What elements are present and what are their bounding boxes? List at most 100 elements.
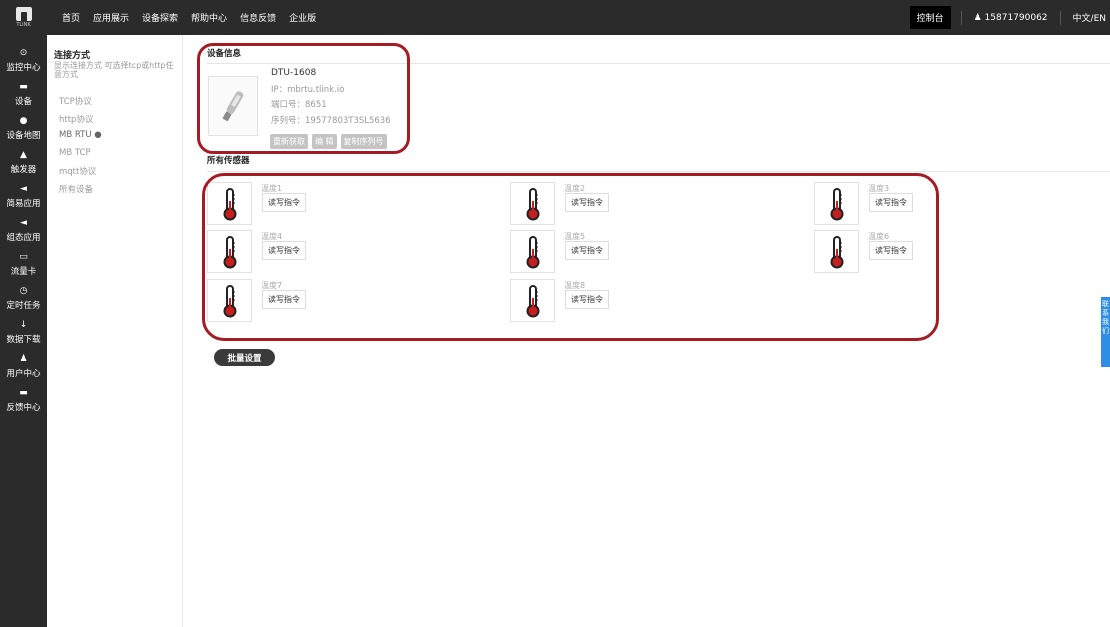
connection-item-mb-tcp[interactable]: MB TCP (59, 148, 102, 166)
connection-description: 显示连接方式 可选择tcp或http任意方式 (54, 61, 174, 79)
sensor-card: 温度2 读写指令 (510, 182, 810, 227)
user-icon: ♟ (19, 354, 28, 364)
usb-dongle-icon (222, 91, 244, 122)
console-button[interactable]: 控制台 (909, 6, 951, 29)
sidebar-item-label: 监控中心 (6, 63, 41, 73)
sidebar-item-trigger[interactable]: ▲ 触发器 (0, 146, 47, 180)
sidebar-item-label: 触发器 (10, 165, 37, 175)
sidebar-item-feedback-center[interactable]: ▬ 反馈中心 (0, 384, 47, 418)
logo-text: TLINK (16, 22, 31, 28)
refresh-button[interactable]: 重新获取 (270, 134, 308, 149)
read-write-button[interactable]: 读写指令 (565, 290, 609, 309)
read-write-button[interactable]: 读写指令 (869, 241, 913, 260)
top-right-menu: 控制台 ♟ 15871790062 中文/EN (909, 0, 1110, 35)
thermometer-icon (814, 230, 859, 273)
sensor-card: 温度1 读写指令 (207, 182, 507, 227)
sensor-card: 温度6 读写指令 (814, 230, 1110, 275)
read-write-button[interactable]: 读写指令 (262, 193, 306, 212)
connection-title: 连接方式 (54, 51, 91, 61)
read-write-button[interactable]: 读写指令 (565, 241, 609, 260)
thermometer-icon (207, 279, 252, 322)
read-write-button[interactable]: 读写指令 (262, 241, 306, 260)
sensor-card: 温度7 读写指令 (207, 279, 507, 324)
device-name: DTU-1608 (271, 68, 317, 78)
connection-list: TCP协议 http协议 MB RTU ● MB TCP mqtt协议 所有设备 (59, 95, 102, 200)
connection-item-tcp[interactable]: TCP协议 (59, 95, 102, 113)
read-write-button[interactable]: 读写指令 (869, 193, 913, 212)
batch-settings-button[interactable]: 批量设置 (214, 349, 275, 366)
all-sensors-title: 所有传感器 (207, 156, 250, 166)
contact-tab-char: 们 (1102, 327, 1109, 335)
sidebar-item-scheduled-task[interactable]: ◷ 定时任务 (0, 282, 47, 316)
card-icon: ▭ (19, 252, 28, 262)
device-port: 端口号：8651 (271, 100, 327, 110)
bell-icon: ▲ (20, 150, 27, 160)
sidebar-item-user-center[interactable]: ♟ 用户中心 (0, 350, 47, 384)
connection-item-http[interactable]: http协议 (59, 113, 102, 131)
nav-help[interactable]: 帮助中心 (191, 11, 227, 24)
sidebar: ⊙ 监控中心 ▬ 设备 ● 设备地图 ▲ 触发器 ◄ 简易应用 ◄ 组态应用 ▭… (0, 35, 47, 627)
divider (207, 63, 1110, 64)
sensor-card: 温度5 读写指令 (510, 230, 810, 275)
sensor-card: 温度4 读写指令 (207, 230, 507, 275)
connection-item-mqtt[interactable]: mqtt协议 (59, 165, 102, 183)
share-icon: ◄ (20, 218, 27, 228)
device-info-title: 设备信息 (207, 49, 242, 59)
connection-item-all-devices[interactable]: 所有设备 (59, 183, 102, 201)
sidebar-item-scada-app[interactable]: ◄ 组态应用 (0, 214, 47, 248)
connection-item-mb-rtu[interactable]: MB RTU ● (59, 130, 102, 148)
top-navbar: TLINK 首页 应用展示 设备探索 帮助中心 信息反馈 企业版 控制台 ♟ 1… (0, 0, 1110, 35)
download-icon: ↓ (19, 320, 28, 330)
sidebar-item-sim-card[interactable]: ▭ 流量卡 (0, 248, 47, 282)
nav-showcase[interactable]: 应用展示 (93, 11, 129, 24)
user-account[interactable]: ♟ 15871790062 (962, 13, 1060, 23)
nav-feedback[interactable]: 信息反馈 (240, 11, 276, 24)
sidebar-item-label: 流量卡 (10, 267, 37, 277)
nav-home[interactable]: 首页 (62, 11, 80, 24)
dashboard-icon: ⊙ (19, 48, 28, 58)
contact-us-tab[interactable]: 联 系 我 们 (1101, 297, 1110, 367)
sensor-card: 温度8 读写指令 (510, 279, 810, 324)
device-icon: ▬ (19, 82, 28, 92)
sidebar-item-monitor[interactable]: ⊙ 监控中心 (0, 44, 47, 78)
logo[interactable]: TLINK (0, 0, 47, 35)
edit-button[interactable]: 编 辑 (312, 134, 337, 149)
thermometer-icon (510, 230, 555, 273)
sidebar-item-label: 数据下载 (6, 335, 41, 345)
device-actions: 重新获取 编 辑 复制序列号 (270, 134, 391, 149)
read-write-button[interactable]: 读写指令 (262, 290, 306, 309)
send-icon: ◄ (20, 184, 27, 194)
thermometer-icon (510, 279, 555, 322)
sidebar-item-device[interactable]: ▬ 设备 (0, 78, 47, 112)
sidebar-item-device-map[interactable]: ● 设备地图 (0, 112, 47, 146)
read-write-button[interactable]: 读写指令 (565, 193, 609, 212)
thermometer-icon (814, 182, 859, 225)
map-pin-icon: ● (19, 116, 28, 126)
contact-tab-char: 我 (1102, 318, 1109, 326)
chat-icon: ▬ (19, 388, 28, 398)
sidebar-item-label: 组态应用 (6, 233, 41, 243)
sidebar-item-label: 定时任务 (6, 301, 41, 311)
copy-serial-button[interactable]: 复制序列号 (340, 134, 387, 149)
device-serial: 序列号：19577803T3SL5636 (271, 116, 391, 126)
sidebar-item-simple-app[interactable]: ◄ 简易应用 (0, 180, 47, 214)
top-nav: 首页 应用展示 设备探索 帮助中心 信息反馈 企业版 (62, 0, 329, 35)
device-image (208, 76, 258, 136)
thermometer-icon (207, 230, 252, 273)
thermometer-icon (207, 182, 252, 225)
language-switch[interactable]: 中文/EN (1061, 11, 1110, 24)
logo-icon (15, 7, 32, 21)
device-ip: IP：mbrtu.tlink.io (271, 85, 345, 95)
nav-explore[interactable]: 设备探索 (142, 11, 178, 24)
sidebar-item-label: 反馈中心 (6, 403, 41, 413)
main-content: 设备信息 DTU-1608 IP：mbrtu.tlink.io 端口号：8651… (183, 35, 1110, 627)
sidebar-item-label: 用户中心 (6, 369, 41, 379)
sidebar-item-data-download[interactable]: ↓ 数据下载 (0, 316, 47, 350)
clock-icon: ◷ (19, 286, 28, 296)
nav-enterprise[interactable]: 企业版 (289, 11, 316, 24)
sensor-card: 温度3 读写指令 (814, 182, 1110, 227)
sidebar-item-label: 设备地图 (6, 131, 41, 141)
thermometer-icon (510, 182, 555, 225)
contact-tab-char: 联 (1102, 300, 1109, 308)
divider (207, 171, 1110, 172)
